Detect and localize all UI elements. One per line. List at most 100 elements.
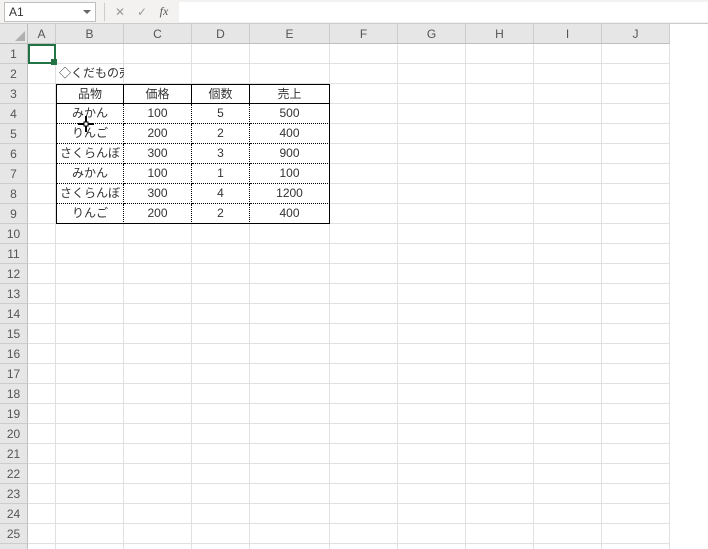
cell[interactable] — [250, 64, 330, 84]
cell[interactable]: 売上 — [250, 84, 330, 104]
cell[interactable] — [124, 524, 192, 544]
row-header[interactable]: 17 — [0, 364, 28, 384]
cell[interactable] — [398, 284, 466, 304]
cell[interactable] — [602, 304, 670, 324]
cell[interactable] — [28, 84, 56, 104]
cell[interactable] — [28, 544, 56, 549]
cell[interactable] — [250, 364, 330, 384]
cell[interactable] — [250, 384, 330, 404]
cell[interactable] — [534, 344, 602, 364]
column-header[interactable]: E — [250, 24, 330, 44]
formula-input[interactable] — [179, 2, 708, 22]
cell[interactable] — [124, 444, 192, 464]
row-header[interactable]: 6 — [0, 144, 28, 164]
cell[interactable]: 4 — [192, 184, 250, 204]
cell[interactable] — [602, 84, 670, 104]
column-header[interactable]: H — [466, 24, 534, 44]
cell[interactable] — [398, 204, 466, 224]
cell[interactable]: さくらんぼ — [56, 184, 124, 204]
cell[interactable]: 100 — [124, 104, 192, 124]
cell[interactable] — [466, 84, 534, 104]
cell[interactable] — [330, 304, 398, 324]
cell[interactable] — [330, 364, 398, 384]
column-header[interactable]: A — [28, 24, 56, 44]
cell[interactable] — [192, 324, 250, 344]
cell[interactable] — [534, 44, 602, 64]
cell[interactable] — [534, 224, 602, 244]
cell[interactable]: 200 — [124, 124, 192, 144]
cell[interactable] — [250, 264, 330, 284]
cell[interactable] — [330, 284, 398, 304]
column-header[interactable]: F — [330, 24, 398, 44]
cell[interactable] — [602, 184, 670, 204]
cell[interactable] — [28, 304, 56, 324]
cell[interactable] — [466, 464, 534, 484]
cell[interactable] — [398, 344, 466, 364]
cell[interactable] — [398, 224, 466, 244]
cell[interactable]: 400 — [250, 124, 330, 144]
cell[interactable]: 個数 — [192, 84, 250, 104]
cell[interactable] — [192, 284, 250, 304]
select-all-corner[interactable] — [0, 24, 28, 44]
cell[interactable] — [250, 504, 330, 524]
cell[interactable]: さくらんぼ — [56, 144, 124, 164]
cell[interactable] — [56, 364, 124, 384]
cell[interactable] — [466, 424, 534, 444]
cell[interactable] — [466, 544, 534, 549]
cell[interactable] — [534, 244, 602, 264]
cell[interactable] — [534, 524, 602, 544]
cell[interactable] — [534, 284, 602, 304]
cell[interactable] — [56, 44, 124, 64]
enter-button[interactable]: ✓ — [131, 2, 153, 22]
cell[interactable] — [466, 304, 534, 324]
dropdown-icon[interactable] — [83, 10, 91, 14]
cancel-button[interactable]: ✕ — [109, 2, 131, 22]
cell[interactable]: ◇くだもの売上表 — [56, 64, 124, 84]
cell[interactable] — [602, 124, 670, 144]
cell[interactable] — [56, 324, 124, 344]
cell[interactable] — [398, 504, 466, 524]
cell[interactable] — [602, 224, 670, 244]
cell[interactable]: 300 — [124, 144, 192, 164]
row-header[interactable]: 14 — [0, 304, 28, 324]
cell[interactable] — [534, 264, 602, 284]
cell[interactable] — [534, 484, 602, 504]
row-header[interactable]: 10 — [0, 224, 28, 244]
cell[interactable] — [28, 164, 56, 184]
cell[interactable] — [124, 504, 192, 524]
cell[interactable] — [192, 224, 250, 244]
cell[interactable] — [250, 224, 330, 244]
cell[interactable]: 2 — [192, 204, 250, 224]
cell[interactable] — [124, 284, 192, 304]
row-header[interactable]: 19 — [0, 404, 28, 424]
cell[interactable] — [534, 384, 602, 404]
cell[interactable] — [330, 464, 398, 484]
row-header[interactable]: 1 — [0, 44, 28, 64]
cell[interactable] — [602, 504, 670, 524]
cell[interactable] — [602, 444, 670, 464]
row-header[interactable]: 8 — [0, 184, 28, 204]
cell[interactable] — [466, 104, 534, 124]
cell[interactable] — [466, 164, 534, 184]
cell[interactable] — [330, 324, 398, 344]
cell[interactable]: りんご — [56, 124, 124, 144]
cell[interactable] — [28, 484, 56, 504]
cell[interactable] — [56, 304, 124, 324]
cell[interactable] — [192, 544, 250, 549]
cell[interactable] — [466, 64, 534, 84]
cell[interactable] — [602, 484, 670, 504]
cell[interactable] — [398, 264, 466, 284]
cell[interactable] — [602, 264, 670, 284]
cell[interactable] — [534, 84, 602, 104]
cell[interactable]: 200 — [124, 204, 192, 224]
cell[interactable] — [330, 204, 398, 224]
cell[interactable] — [124, 364, 192, 384]
cell[interactable] — [28, 504, 56, 524]
cell[interactable] — [466, 444, 534, 464]
row-header[interactable]: 2 — [0, 64, 28, 84]
cell[interactable] — [466, 344, 534, 364]
cell[interactable] — [602, 104, 670, 124]
cell[interactable] — [28, 124, 56, 144]
cell[interactable] — [534, 364, 602, 384]
cell[interactable]: 100 — [250, 164, 330, 184]
